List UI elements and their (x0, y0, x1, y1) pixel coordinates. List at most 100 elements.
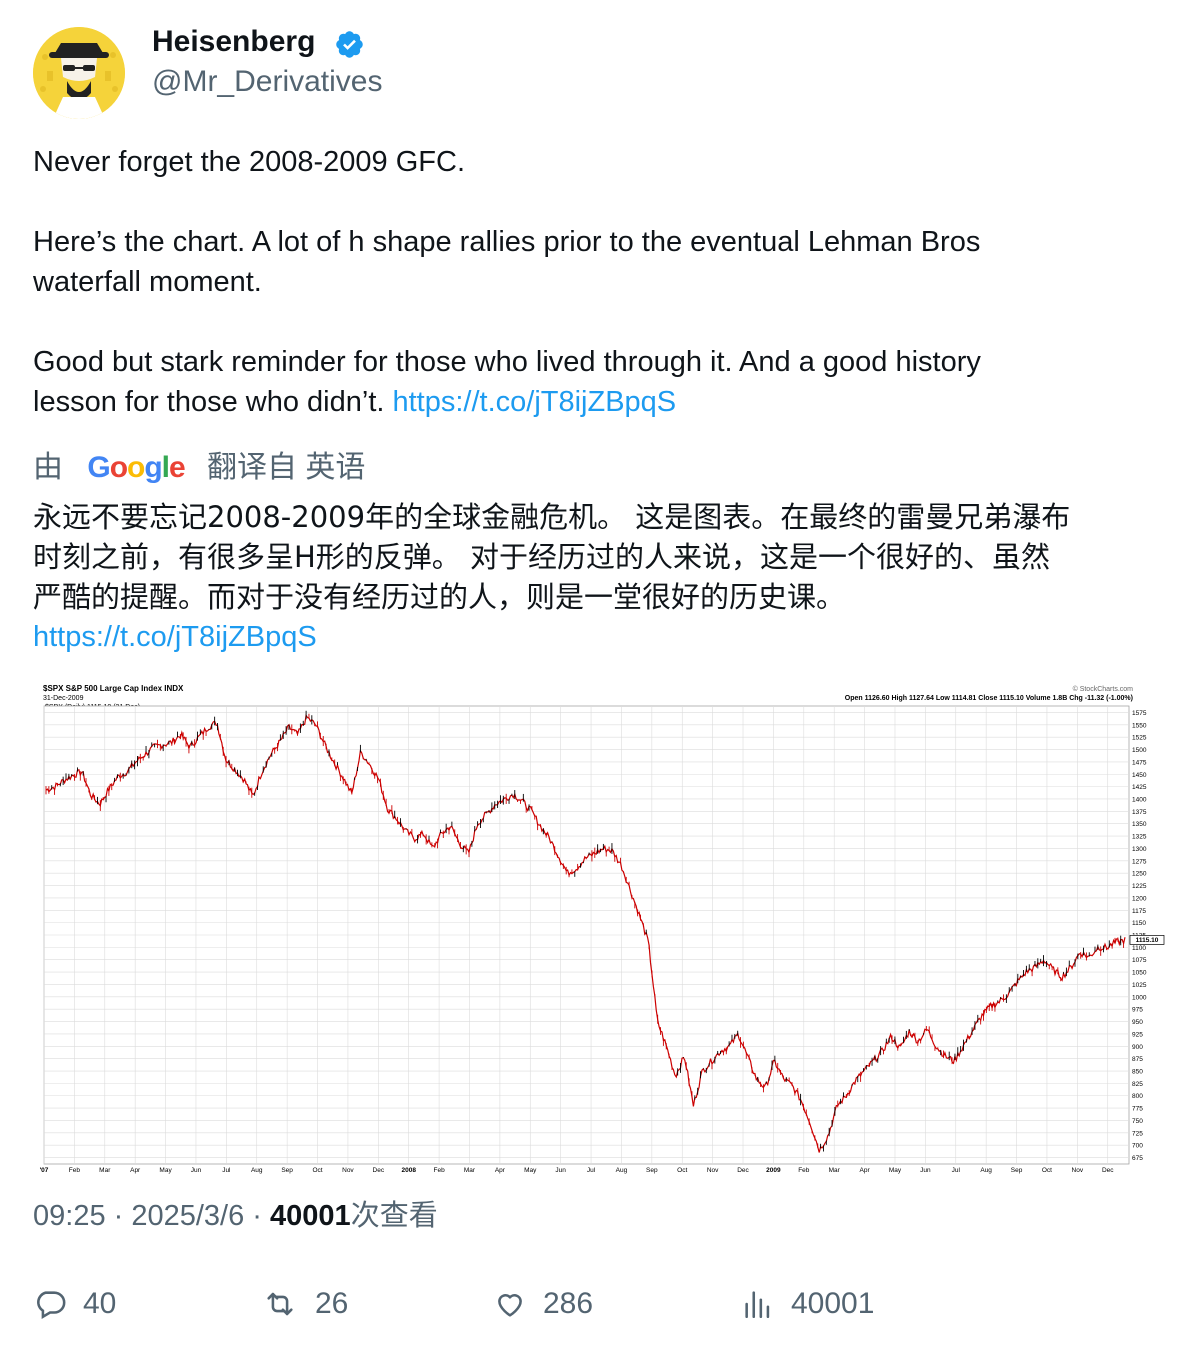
x-tick-label: Mar (99, 1167, 111, 1174)
x-tick-label: May (524, 1167, 537, 1174)
tweet-line-1: Never forget the 2008-2009 GFC. (33, 146, 466, 178)
spx-chart-image[interactable]: $SPX S&P 500 Large Cap Index INDX 31-Dec… (33, 676, 1167, 1174)
x-tick-label: Apr (495, 1167, 506, 1174)
y-tick-label: 1375 (1132, 809, 1147, 816)
x-tick-label: Jun (920, 1167, 931, 1174)
y-tick-label: 750 (1132, 1118, 1143, 1125)
tweet-line-5: lesson for those who didn’t. https://t.c… (33, 382, 676, 422)
x-tick-label: Aug (980, 1167, 992, 1174)
x-tick-label: Nov (707, 1167, 719, 1174)
heisenberg-avatar-icon[interactable] (33, 27, 125, 119)
x-tick-label: Jul (587, 1167, 596, 1174)
y-tick-label: 1100 (1132, 945, 1146, 952)
x-tick-label: Dec (737, 1167, 749, 1174)
view-label: 次查看 (350, 1200, 438, 1232)
chart-title: $SPX S&P 500 Large Cap Index INDX (43, 684, 184, 693)
last-price-tag: 1115.10 (1129, 935, 1165, 945)
tweet-line-5-text: lesson for those who didn’t. (33, 386, 393, 418)
translation-prefix: 由 (33, 451, 63, 484)
y-tick-label: 900 (1132, 1044, 1143, 1051)
heart-icon (498, 1294, 522, 1317)
x-tick-label: Oct (1042, 1167, 1052, 1174)
tweet-time[interactable]: 09:25 (33, 1200, 106, 1232)
translation-line-1: 永远不要忘记2008-2009年的全球金融危机。 这是图表。在最终的雷曼兄弟瀑布 (33, 500, 1071, 534)
y-tick-label: 1300 (1132, 846, 1147, 853)
y-tick-label: 925 (1132, 1031, 1143, 1038)
x-tick-label: Sep (646, 1167, 658, 1174)
retweet-icon (267, 1292, 293, 1316)
x-tick-label: Nov (1072, 1167, 1084, 1174)
x-tick-label: Nov (342, 1167, 354, 1174)
y-tick-label: 1475 (1132, 759, 1147, 766)
y-tick-label: 1525 (1132, 735, 1147, 742)
tweet-line-2: Here’s the chart. A lot of h shape ralli… (33, 226, 981, 258)
y-tick-label: 1025 (1132, 982, 1147, 989)
chart-date: 31-Dec-2009 (43, 695, 84, 702)
x-tick-label: Jul (952, 1167, 961, 1174)
x-tick-label: Feb (69, 1167, 81, 1174)
like-button[interactable]: 286 (493, 1284, 593, 1324)
y-tick-label: 1550 (1132, 722, 1147, 729)
spx-chart: $SPX S&P 500 Large Cap Index INDX 31-Dec… (40, 684, 1165, 1174)
x-tick-label: Sep (281, 1167, 293, 1174)
chart-watermark: © StockCharts.com (1073, 685, 1134, 693)
y-tick-label: 800 (1132, 1093, 1143, 1100)
translation-suffix: 翻译自 英语 (207, 451, 366, 484)
reply-button[interactable]: 40 (33, 1284, 116, 1324)
x-tick-label: Mar (829, 1167, 841, 1174)
x-tick-label: Jun (191, 1167, 202, 1174)
y-tick-label: 1275 (1132, 858, 1147, 865)
x-tick-label: Aug (251, 1167, 263, 1174)
x-tick-label: Dec (1102, 1167, 1114, 1174)
y-tick-label: 975 (1132, 1007, 1143, 1014)
like-count: 286 (543, 1287, 594, 1320)
x-tick-label: May (889, 1167, 902, 1174)
last-price-label: 1115.10 (1136, 937, 1159, 944)
author-name[interactable]: Heisenberg (152, 22, 315, 62)
x-tick-label: '07 (40, 1167, 49, 1174)
y-tick-label: 825 (1132, 1081, 1143, 1088)
reply-icon (37, 1291, 66, 1320)
tweet-line-3: waterfall moment. (33, 266, 262, 298)
views-button[interactable]: 40001 (741, 1284, 874, 1324)
y-tick-label: 1075 (1132, 957, 1147, 964)
reply-count: 40 (83, 1287, 117, 1320)
x-tick-label: Jul (222, 1167, 231, 1174)
y-tick-label: 700 (1132, 1143, 1143, 1150)
y-tick-label: 1150 (1132, 920, 1146, 927)
x-tick-label: Apr (130, 1167, 141, 1174)
translation-line-3: 严酷的提醒。而对于没有经历过的人，则是一堂很好的历史课。 (33, 580, 846, 614)
tweet-date[interactable]: 2025/3/6 (131, 1200, 244, 1232)
y-tick-label: 1175 (1132, 908, 1146, 915)
y-tick-label: 850 (1132, 1069, 1143, 1076)
retweet-button[interactable]: 26 (261, 1284, 348, 1324)
author-handle[interactable]: @Mr_Derivatives (152, 62, 383, 102)
x-tick-label: Jun (555, 1167, 566, 1174)
retweet-count: 26 (315, 1287, 349, 1320)
y-tick-label: 725 (1132, 1130, 1143, 1137)
x-tick-label: Sep (1011, 1167, 1023, 1174)
y-tick-label: 1000 (1132, 994, 1147, 1001)
y-tick-label: 1250 (1132, 871, 1147, 878)
chart-ohlc-summary: Open 1126.60 High 1127.64 Low 1114.81 Cl… (845, 695, 1133, 702)
y-tick-label: 1225 (1132, 883, 1147, 890)
y-tick-label: 1350 (1132, 821, 1147, 828)
x-tick-label: Feb (433, 1167, 445, 1174)
x-tick-label: 2009 (766, 1167, 781, 1174)
x-tick-label: Aug (616, 1167, 628, 1174)
views-count: 40001 (791, 1287, 875, 1320)
tweet-line-4: Good but stark reminder for those who li… (33, 346, 981, 378)
y-tick-label: 1200 (1132, 895, 1147, 902)
tweet-link[interactable]: https://t.co/jT8ijZBpqS (392, 386, 676, 418)
y-tick-label: 1500 (1132, 747, 1147, 754)
x-tick-label: May (159, 1167, 172, 1174)
translation-link[interactable]: https://t.co/jT8ijZBpqS (33, 617, 317, 657)
y-tick-label: 1400 (1132, 796, 1147, 803)
x-tick-label: Apr (860, 1167, 871, 1174)
x-tick-label: Mar (464, 1167, 476, 1174)
y-tick-label: 1050 (1132, 970, 1147, 977)
analytics-icon (745, 1291, 770, 1319)
y-tick-label: 950 (1132, 1019, 1143, 1026)
x-tick-label: Oct (677, 1167, 687, 1174)
y-tick-label: 1325 (1132, 834, 1147, 841)
